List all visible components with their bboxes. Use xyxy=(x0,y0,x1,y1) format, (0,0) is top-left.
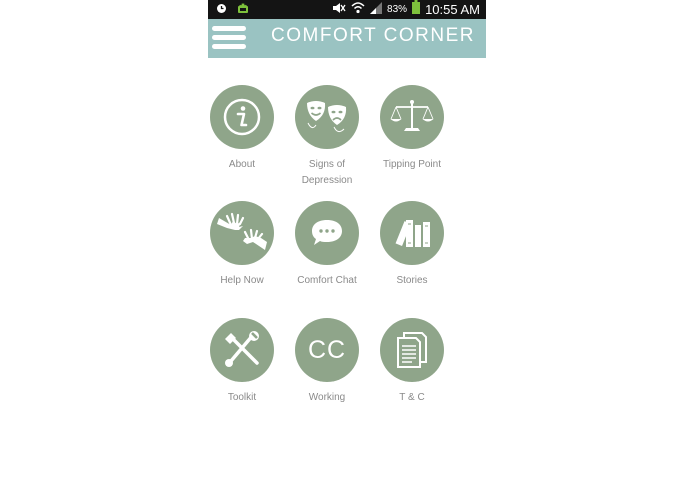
theater-masks-icon xyxy=(307,101,347,133)
wifi-icon xyxy=(351,1,365,19)
tile-circle xyxy=(295,85,359,149)
info-icon xyxy=(223,98,261,136)
tile-toolkit[interactable]: Toolkit xyxy=(199,318,285,406)
tile-about[interactable]: About xyxy=(199,85,285,173)
tile-comfort-chat[interactable]: Comfort Chat xyxy=(284,201,370,289)
android-debug-icon xyxy=(237,1,249,19)
signal-icon xyxy=(370,1,383,19)
tile-label: Help Now xyxy=(220,275,264,286)
tile-circle xyxy=(210,201,274,265)
books-icon xyxy=(395,220,430,247)
tile-label: Toolkit xyxy=(227,392,257,403)
tile-label: About xyxy=(228,159,256,170)
documents-icon xyxy=(397,332,427,368)
hamburger-menu-icon[interactable] xyxy=(212,26,246,52)
status-time: 10:55 AM xyxy=(425,2,480,17)
tile-circle xyxy=(380,85,444,149)
app-title: COMFORT CORNER xyxy=(271,25,475,46)
status-left xyxy=(216,3,249,16)
balance-scale-icon xyxy=(390,100,434,131)
menu-line xyxy=(212,44,246,49)
tile-circle xyxy=(380,201,444,265)
mute-icon xyxy=(332,1,346,19)
tile-signs-of-depression[interactable]: Signs of Depression xyxy=(284,85,370,189)
tile-circle xyxy=(295,201,359,265)
tile-label: Working xyxy=(308,392,346,403)
tile-circle xyxy=(210,85,274,149)
status-right: 83% 10:55 AM xyxy=(332,0,480,19)
tools-icon xyxy=(225,331,259,367)
tile-stories[interactable]: Stories xyxy=(369,201,455,289)
tile-circle: CC xyxy=(295,318,359,382)
tile-working[interactable]: CC Working xyxy=(284,318,370,406)
tile-circle xyxy=(380,318,444,382)
cc-text-icon: CC xyxy=(307,335,347,364)
status-bar: 83% 10:55 AM xyxy=(208,0,486,19)
tile-label: Signs of Depression xyxy=(301,159,353,186)
alarm-icon xyxy=(216,1,227,19)
menu-line xyxy=(212,26,246,31)
tile-circle xyxy=(210,318,274,382)
tile-label: Tipping Point xyxy=(383,159,441,170)
battery-percent: 83% xyxy=(387,4,408,15)
battery-icon xyxy=(412,0,421,19)
tile-help-now[interactable]: Help Now xyxy=(199,201,285,289)
tile-label: Stories xyxy=(396,275,428,286)
tile-label: T & C xyxy=(399,392,425,403)
tile-terms-and-conditions[interactable]: T & C xyxy=(369,318,455,406)
tile-tipping-point[interactable]: Tipping Point xyxy=(369,85,455,173)
app-bar: COMFORT CORNER xyxy=(208,19,486,58)
reaching-hands-icon xyxy=(217,212,267,250)
chat-bubble-icon xyxy=(312,220,342,245)
tile-label: Comfort Chat xyxy=(297,275,357,286)
menu-line xyxy=(212,35,246,40)
phone-screen: 83% 10:55 AM COMFORT CORNER About Signs … xyxy=(208,0,486,494)
